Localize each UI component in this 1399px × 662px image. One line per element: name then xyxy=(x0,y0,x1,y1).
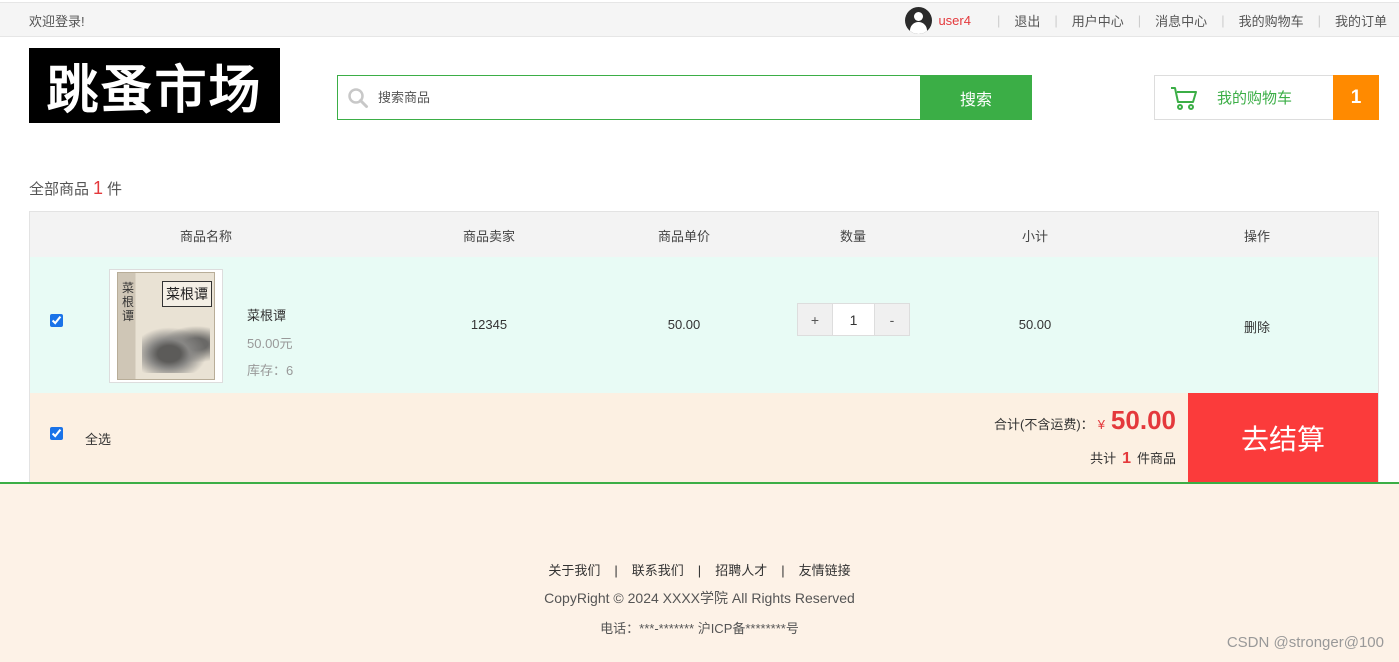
site-logo[interactable]: 跳蚤市场 xyxy=(29,48,280,123)
divider: | xyxy=(996,13,1001,28)
username-link[interactable]: user4 xyxy=(938,13,971,28)
col-quantity: 数量 xyxy=(839,229,867,244)
top-bar: 欢迎登录! user4 | 退出 | 用户中心 | 消息中心 | 我的购物车 |… xyxy=(0,2,1399,37)
product-image[interactable]: 菜根谭 菜根谭 xyxy=(109,269,223,383)
contact-us-link[interactable]: 联系我们 xyxy=(632,563,684,578)
divider: | xyxy=(1137,13,1142,28)
count-suffix: 件商品 xyxy=(1136,451,1176,466)
divider: | xyxy=(781,563,785,578)
delete-link[interactable]: 删除 xyxy=(1244,317,1270,336)
quantity-value[interactable]: 1 xyxy=(832,304,875,335)
cover-title: 菜根谭 xyxy=(162,281,212,307)
currency-symbol: ¥ xyxy=(1097,417,1105,432)
item-count-line: 全部商品 1 件 xyxy=(29,178,122,199)
shopping-cart-icon xyxy=(1171,86,1197,110)
search-bar: 搜索 xyxy=(337,75,1032,120)
friend-links-link[interactable]: 友情链接 xyxy=(799,563,851,578)
checkout-button[interactable]: 去结算 xyxy=(1188,393,1378,482)
search-icon xyxy=(338,76,378,119)
col-action: 操作 xyxy=(1243,229,1271,244)
phone-icp-text: 电话：***-******* 沪ICP备********号 xyxy=(600,621,799,636)
select-all-checkbox[interactable] xyxy=(50,427,63,440)
count-suffix: 件 xyxy=(107,181,123,198)
user-avatar-icon[interactable] xyxy=(905,7,933,34)
total-amount: 50.00 xyxy=(1110,405,1176,435)
selected-count-line: 共计 1 件商品 xyxy=(1090,448,1176,468)
my-cart-link[interactable]: 我的购物车 xyxy=(1239,11,1304,30)
footer-links: 关于我们 | 联系我们 | 招聘人才 | 友情链接 xyxy=(0,560,1399,579)
csdn-watermark: CSDN @stronger@100 xyxy=(1226,634,1384,651)
subtotal-cell: 50.00 xyxy=(1018,317,1052,332)
my-orders-link[interactable]: 我的订单 xyxy=(1335,11,1387,30)
decrease-button[interactable]: - xyxy=(875,304,909,335)
col-seller: 商品卖家 xyxy=(462,229,516,244)
page-footer: 关于我们 | 联系我们 | 招聘人才 | 友情链接 CopyRight © 2024 XXX… xyxy=(0,482,1399,662)
cart-count-badge: 1 xyxy=(1333,75,1379,120)
about-us-link[interactable]: 关于我们 xyxy=(548,563,600,578)
copyright-text: CopyRight © 2024 XXXX学院 All Rights Reser… xyxy=(544,590,855,606)
product-name-link[interactable]: 菜根谭 xyxy=(247,305,286,324)
divider: | xyxy=(1317,13,1321,28)
count-prefix: 全部商品 xyxy=(29,181,90,198)
cart-label: 我的购物车 xyxy=(1217,90,1293,107)
divider: | xyxy=(614,563,618,578)
careers-link[interactable]: 招聘人才 xyxy=(715,563,767,578)
search-input[interactable] xyxy=(378,76,920,119)
total-label: 合计(不含运费)： xyxy=(994,417,1094,432)
col-unit-price: 商品单价 xyxy=(657,229,711,244)
book-cover: 菜根谭 菜根谭 xyxy=(117,272,215,380)
col-subtotal: 小计 xyxy=(1021,229,1049,244)
product-stock: 库存：6 xyxy=(247,363,294,378)
seller-cell: 12345 xyxy=(470,317,508,332)
select-all-label[interactable]: 全选 xyxy=(85,429,111,448)
top-nav: user4 | 退出 | 用户中心 | 消息中心 | 我的购物车 | 我的订单 xyxy=(905,6,1387,35)
message-center-link[interactable]: 消息中心 xyxy=(1155,11,1207,30)
unit-price-cell: 50.00 xyxy=(667,317,701,332)
total-line: 合计(不含运费)： ¥ 50.00 xyxy=(994,405,1176,436)
row-select-checkbox[interactable] xyxy=(50,314,63,327)
logout-link[interactable]: 退出 xyxy=(1014,11,1040,30)
cover-spine-text: 菜根谭 xyxy=(122,281,135,323)
count-prefix: 共计 xyxy=(1090,451,1117,466)
user-center-link[interactable]: 用户中心 xyxy=(1072,11,1124,30)
table-row: 菜根谭 菜根谭 菜根谭 50.00元 库存：6 12345 50.00 + 1 … xyxy=(29,257,1379,394)
col-product-name: 商品名称 xyxy=(179,229,233,244)
count-number: 1 xyxy=(93,178,104,198)
header-cart-button[interactable]: 我的购物车 1 xyxy=(1154,75,1379,120)
product-price: 50.00元 xyxy=(247,336,293,351)
quantity-stepper: + 1 - xyxy=(797,303,910,336)
selected-count: 1 xyxy=(1122,450,1131,467)
cart-table-header: 商品名称 商品卖家 商品单价 数量 小计 操作 xyxy=(29,211,1379,258)
increase-button[interactable]: + xyxy=(798,304,832,335)
search-button[interactable]: 搜索 xyxy=(920,75,1032,120)
divider: | xyxy=(1221,13,1225,28)
divider: | xyxy=(697,563,702,578)
checkout-bar: 全选 合计(不含运费)： ¥ 50.00 共计 1 件商品 去结算 xyxy=(29,393,1379,482)
divider: | xyxy=(1054,13,1058,28)
cover-painting xyxy=(142,325,210,373)
welcome-text: 欢迎登录! xyxy=(29,14,85,29)
